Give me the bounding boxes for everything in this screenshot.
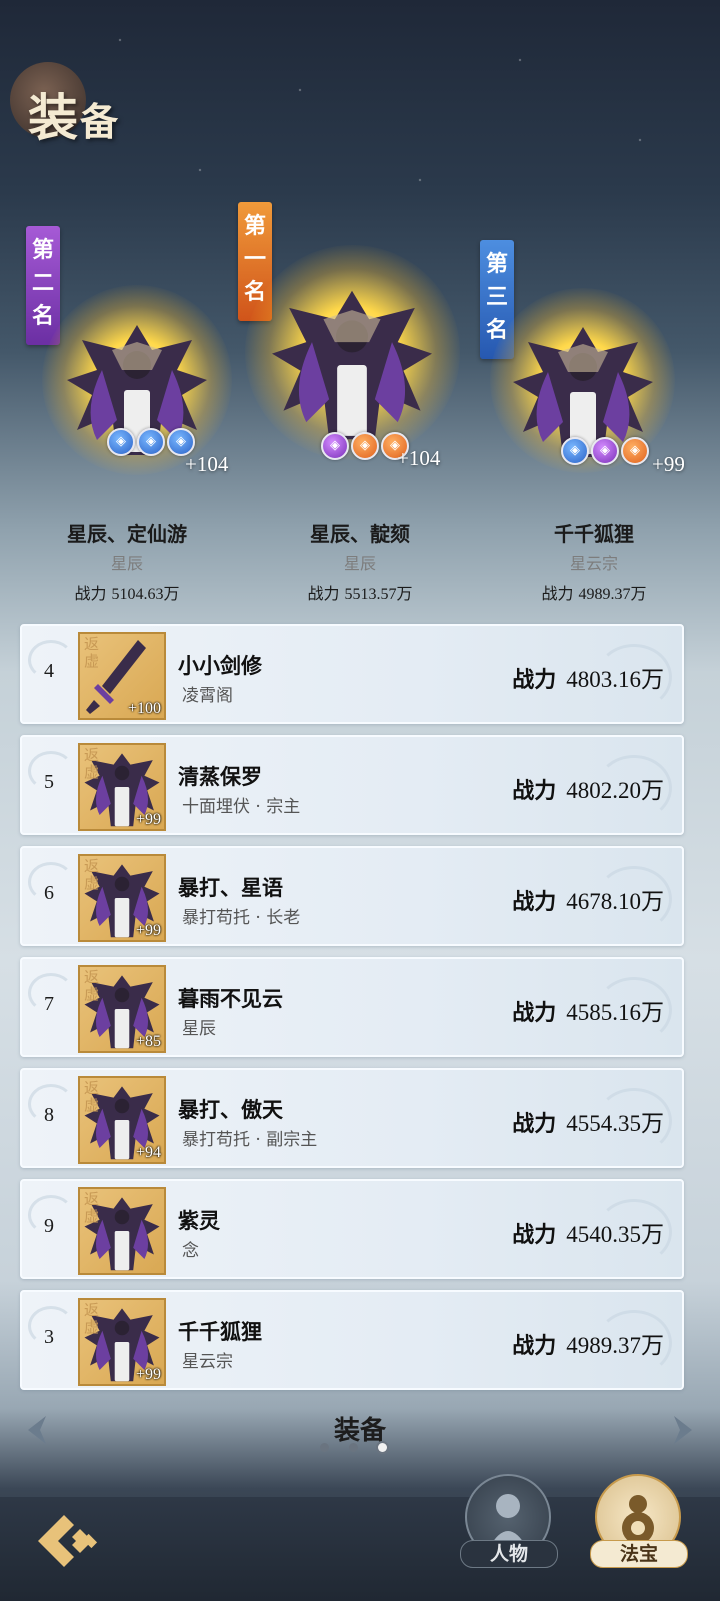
player-name-first[interactable]: 星辰、靛颏	[310, 518, 410, 547]
enhance-level-first: +104	[397, 446, 441, 470]
rank-row[interactable]: 6 返虚 +99 暴打、星语暴打苟托 · 长老 战力 4678.10万	[20, 846, 684, 946]
player-power: 战力 4678.10万	[512, 889, 664, 915]
element-orbs-first: ◈ ◈ ◈	[321, 432, 409, 460]
enhance-level-second: +104	[185, 452, 229, 476]
rank-number: 9	[44, 1215, 54, 1237]
rank-row[interactable]: 7 返虚 +85 暮雨不见云星辰 战力 4585.16万	[20, 957, 684, 1057]
enhance-level-third: +99	[652, 452, 685, 476]
back-arrow-icon[interactable]	[34, 1511, 100, 1571]
player-avatar[interactable]: 返虚 +99	[78, 743, 166, 831]
player-sect: 星云宗	[182, 1352, 233, 1372]
element-orbs-third: ◈ ◈ ◈	[561, 437, 649, 465]
fire-orb-icon: ◈	[351, 432, 379, 460]
enhance-level: +99	[135, 922, 161, 939]
water-orb-icon: ◈	[561, 437, 589, 465]
player-sect-second: 星辰	[110, 554, 144, 573]
tab-person-label: 人物	[460, 1540, 558, 1568]
player-avatar[interactable]: 返虚 +85	[78, 965, 166, 1053]
player-power: 战力 4585.16万	[512, 1000, 664, 1026]
realm-badge: 返虚	[84, 968, 100, 1003]
rank-row[interactable]: 5 返虚 +99 清蒸保罗十面埋伏 · 宗主 战力 4802.20万	[20, 735, 684, 835]
player-name-second[interactable]: 星辰、定仙游	[67, 518, 187, 547]
player-name: 紫灵	[178, 1208, 220, 1233]
rank-number: 3	[44, 1326, 54, 1348]
category-title: 装备	[333, 1416, 386, 1446]
rank-row[interactable]: 9 返虚紫灵念 战力 4540.35万	[20, 1179, 684, 1279]
player-avatar[interactable]: 返虚 +99	[78, 854, 166, 942]
tab-treasure[interactable]: 法宝	[590, 1474, 688, 1568]
player-name: 清蒸保罗	[178, 764, 262, 789]
player-name: 小小剑修	[178, 653, 262, 678]
player-name-third[interactable]: 千千狐狸	[554, 518, 634, 547]
realm-badge: 返虚	[84, 1190, 100, 1225]
tab-person[interactable]: 人物	[460, 1474, 558, 1568]
enhance-level: +85	[135, 1033, 161, 1050]
rank-row[interactable]: 4 返虚 +100 小小剑修凌霄阁 战力 4803.16万	[20, 624, 684, 724]
rank-banner-second: 第二名	[26, 226, 60, 345]
realm-badge: 返虚	[84, 1301, 100, 1336]
player-sect: 十面埋伏 · 宗主	[182, 797, 301, 817]
player-avatar[interactable]: 返虚 +99	[78, 1298, 166, 1386]
player-sect: 凌霄阁	[182, 686, 233, 706]
enhance-level: +99	[135, 1366, 161, 1383]
player-sect: 星辰	[182, 1019, 216, 1039]
realm-badge: 返虚	[84, 857, 100, 892]
my-rank-row[interactable]: 3 返虚 +99 千千狐狸 星云宗 战力 4989.37万	[20, 1290, 684, 1390]
player-sect: 暴打苟托 · 长老	[182, 908, 301, 928]
page-indicator	[320, 1443, 387, 1452]
rank-number: 4	[44, 660, 54, 682]
player-sect: 暴打苟托 · 副宗主	[182, 1130, 318, 1150]
player-power: 战力 4802.20万	[512, 778, 664, 804]
realm-badge: 返虚	[84, 746, 100, 781]
player-power: 战力 4554.35万	[512, 1111, 664, 1137]
player-power-first: 战力 5513.57万	[307, 584, 413, 603]
fire-orb-icon: ◈	[621, 437, 649, 465]
player-power-third: 战力 4989.37万	[541, 584, 647, 603]
realm-badge: 返虚	[84, 635, 100, 670]
element-orbs-second: ◈ ◈ ◈	[107, 428, 195, 456]
player-power: 战力 4540.35万	[512, 1222, 664, 1248]
player-sect: 念	[182, 1241, 199, 1261]
player-name: 暴打、傲天	[178, 1097, 283, 1122]
player-sect-first: 星辰	[343, 554, 377, 573]
page-title: 装备	[28, 88, 121, 147]
page-dot-active[interactable]	[378, 1443, 387, 1452]
player-name: 千千狐狸	[178, 1319, 262, 1344]
rank-number: 8	[44, 1104, 54, 1126]
enhance-level: +99	[135, 811, 161, 828]
page-dot[interactable]	[349, 1443, 358, 1452]
rank-number: 5	[44, 771, 54, 793]
player-avatar[interactable]: 返虚 +100	[78, 632, 166, 720]
water-orb-icon: ◈	[137, 428, 165, 456]
player-avatar[interactable]: 返虚 +94	[78, 1076, 166, 1164]
character-figure-first[interactable]	[262, 285, 442, 445]
enhance-level: +94	[135, 1144, 161, 1161]
rank-row[interactable]: 8 返虚 +94 暴打、傲天暴打苟托 · 副宗主 战力 4554.35万	[20, 1068, 684, 1168]
realm-badge: 返虚	[84, 1079, 100, 1114]
player-sect-third: 星云宗	[569, 554, 619, 573]
player-power: 战力 4803.16万	[512, 667, 664, 693]
thunder-orb-icon: ◈	[591, 437, 619, 465]
player-power-second: 战力 5104.63万	[74, 584, 180, 603]
water-orb-icon: ◈	[107, 428, 135, 456]
tab-treasure-label: 法宝	[590, 1540, 688, 1568]
enhance-level: +100	[127, 700, 161, 717]
rank-number: 6	[44, 882, 54, 904]
player-name: 暮雨不见云	[178, 986, 283, 1011]
thunder-orb-icon: ◈	[321, 432, 349, 460]
page-dot[interactable]	[320, 1443, 329, 1452]
player-avatar[interactable]: 返虚	[78, 1187, 166, 1275]
rank-number: 7	[44, 993, 54, 1015]
player-power: 战力 4989.37万	[512, 1333, 664, 1359]
player-name: 暴打、星语	[178, 875, 283, 900]
